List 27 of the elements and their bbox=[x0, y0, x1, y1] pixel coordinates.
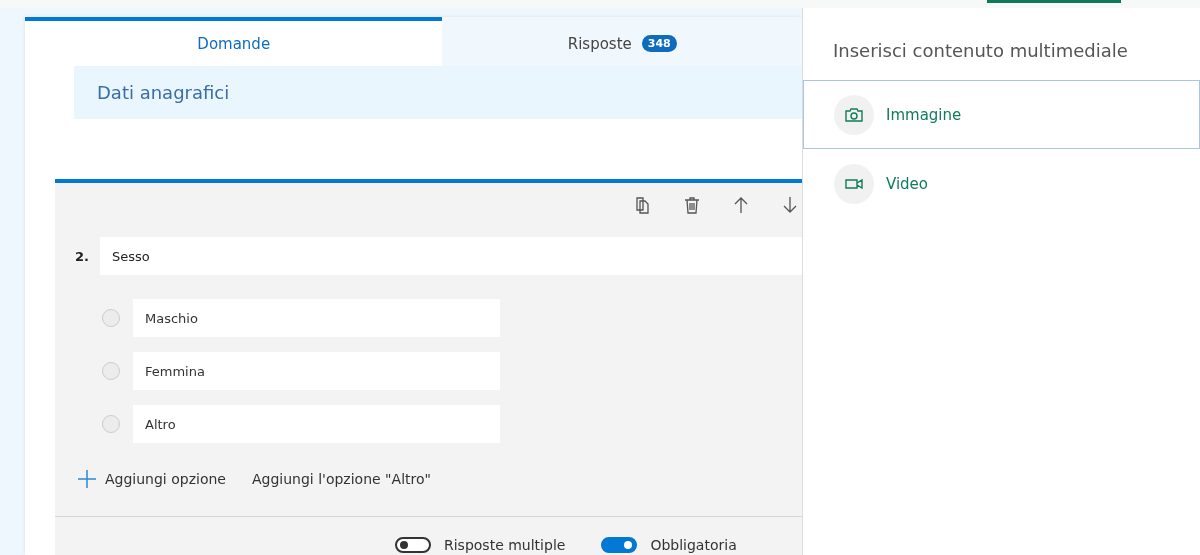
toggle-switch[interactable] bbox=[395, 537, 431, 553]
toggle-label: Obbligatoria bbox=[650, 537, 737, 553]
option-field[interactable]: Altro bbox=[133, 405, 500, 443]
toggle-label: Risposte multiple bbox=[444, 537, 566, 553]
question-title-field[interactable]: Sesso bbox=[100, 237, 802, 275]
media-option-label: Immagine bbox=[886, 105, 962, 124]
trash-icon[interactable] bbox=[682, 195, 702, 215]
count-badge: 348 bbox=[641, 35, 677, 52]
tab[interactable]: Risposte 348 bbox=[442, 17, 802, 66]
tab-label: Domande bbox=[197, 34, 271, 53]
radio-button[interactable] bbox=[102, 415, 120, 433]
media-option[interactable]: Video bbox=[803, 149, 1200, 218]
toggle-switch[interactable] bbox=[601, 537, 638, 553]
plus-icon bbox=[77, 469, 97, 489]
option-field[interactable]: Femmina bbox=[133, 352, 500, 390]
panel-title: Inserisci contenuto multimediale bbox=[832, 40, 1129, 63]
tab-label: Risposte bbox=[567, 34, 632, 53]
media-option[interactable]: Immagine bbox=[803, 80, 1200, 149]
radio-button[interactable] bbox=[102, 309, 120, 327]
option-field[interactable]: Maschio bbox=[133, 299, 500, 337]
add-option-button[interactable]: Aggiungi opzione bbox=[77, 469, 226, 489]
media-option-label: Video bbox=[886, 174, 929, 193]
add-other-option-button[interactable]: Aggiungi l'opzione "Altro" bbox=[251, 471, 431, 487]
radio-button[interactable] bbox=[102, 362, 120, 380]
tab[interactable]: Domande bbox=[25, 17, 443, 66]
question-number: 2. bbox=[74, 248, 90, 264]
section-header[interactable]: Dati anagrafici bbox=[74, 66, 802, 119]
